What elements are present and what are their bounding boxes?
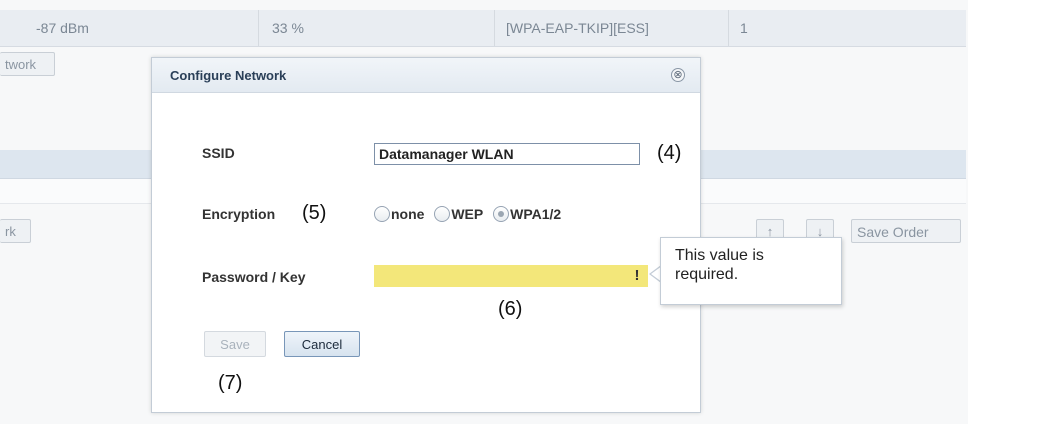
password-label: Password / Key: [202, 269, 306, 285]
radio-none[interactable]: none: [374, 205, 428, 222]
radio-wep[interactable]: WEP: [434, 205, 487, 222]
dialog-title: Configure Network: [170, 68, 287, 83]
radio-wpa-circle[interactable]: [493, 205, 510, 222]
annotation-encryption: (5): [302, 202, 327, 224]
network-table-row[interactable]: -87 dBm 33 % [WPA-EAP-TKIP][ESS] 1: [0, 10, 966, 47]
annotation-password: (6): [498, 298, 523, 320]
radio-wpa[interactable]: WPA1/2: [493, 205, 565, 222]
remove-network-button[interactable]: rk: [0, 219, 31, 243]
add-network-button[interactable]: twork: [0, 52, 55, 76]
annotation-ssid: (4): [657, 142, 682, 164]
channel-cell: 1: [740, 20, 748, 36]
ssid-label: SSID: [202, 145, 235, 161]
ssid-input[interactable]: [374, 143, 640, 165]
signal-cell: -87 dBm: [36, 20, 89, 36]
radio-none-circle[interactable]: [374, 205, 390, 222]
save-order-button[interactable]: Save Order: [851, 219, 961, 243]
encryption-cell: [WPA-EAP-TKIP][ESS]: [506, 20, 649, 36]
radio-wep-label: WEP: [451, 205, 484, 222]
configure-network-dialog: Configure Network ⊗ SSID (4) Encryption …: [151, 57, 842, 413]
column-divider: [494, 10, 495, 46]
quality-cell: 33 %: [272, 20, 304, 36]
dialog-titlebar: Configure Network ⊗: [152, 58, 700, 93]
encryption-label: Encryption: [202, 206, 276, 222]
radio-wep-circle[interactable]: [434, 205, 451, 222]
radio-none-label: none: [391, 205, 425, 222]
password-input[interactable]: [374, 265, 648, 287]
save-button[interactable]: Save: [204, 331, 266, 357]
cancel-button[interactable]: Cancel: [284, 331, 360, 357]
radio-wpa-label: WPA1/2: [510, 205, 562, 222]
column-divider: [728, 10, 729, 46]
annotation-buttons: (7): [218, 372, 243, 394]
column-divider: [258, 10, 259, 46]
warning-icon: !: [634, 267, 640, 284]
encryption-radio-group: none WEP WPA1/2: [374, 204, 567, 222]
close-icon[interactable]: ⊗: [671, 68, 685, 82]
validation-tooltip: This value is required.: [660, 237, 842, 305]
